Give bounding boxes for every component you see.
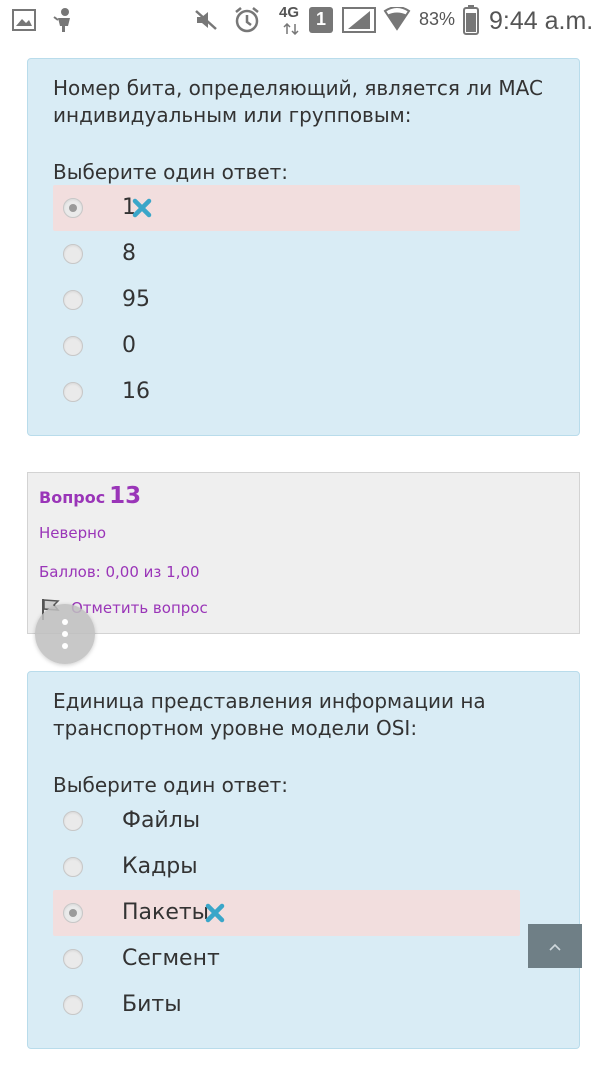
gallery-icon	[12, 9, 36, 36]
question-text-line2: индивидуальным или групповым:	[53, 103, 412, 127]
wifi-icon	[383, 6, 411, 38]
question-label: Вопрос	[39, 488, 106, 507]
battery-icon	[463, 5, 479, 40]
radio-button[interactable]	[63, 995, 83, 1015]
question-number-value: 13	[109, 483, 142, 509]
question-text-line1: Единица представления информации на	[53, 689, 486, 713]
answer-option[interactable]: 95	[53, 277, 520, 323]
radio-button[interactable]	[63, 290, 83, 310]
radio-button[interactable]	[63, 244, 83, 264]
scroll-to-top-button[interactable]	[528, 924, 582, 968]
network-type: 4G	[279, 4, 300, 21]
answer-label: 95	[122, 287, 150, 312]
alarm-icon	[233, 6, 261, 39]
radio-button[interactable]	[63, 949, 83, 969]
answer-label: 0	[122, 333, 136, 358]
answer-option[interactable]: 16	[53, 369, 520, 415]
data-arrows-icon	[283, 22, 299, 40]
more-dot	[62, 619, 68, 625]
question-text-line2: транспортном уровне модели OSI:	[53, 716, 418, 740]
chevron-up-icon	[548, 940, 562, 958]
incorrect-icon	[132, 198, 152, 218]
answer-label: 16	[122, 379, 150, 404]
answer-prompt: Выберите один ответ:	[53, 773, 289, 797]
answer-label: Биты	[122, 992, 182, 1017]
signal-icon	[342, 7, 376, 38]
more-options-button[interactable]	[35, 604, 95, 664]
mute-icon	[193, 8, 219, 37]
radio-button[interactable]	[63, 857, 83, 877]
answer-option[interactable]: Биты	[53, 982, 520, 1028]
flag-question-link[interactable]: Отметить вопрос	[71, 599, 208, 617]
question-info-panel: Вопрос 13 Неверно Баллов: 0,00 из 1,00 От…	[27, 472, 580, 634]
radio-button[interactable]	[63, 382, 83, 402]
sim-icon: 1	[309, 7, 333, 33]
clock: 9:44 a.m.	[489, 7, 594, 35]
android-debug-icon	[52, 7, 76, 38]
question-13-card: Единица представления информации на тран…	[27, 671, 580, 1049]
question-grade: Баллов: 0,00 из 1,00	[39, 563, 200, 581]
radio-button[interactable]	[63, 336, 83, 356]
radio-button[interactable]	[63, 811, 83, 831]
answer-option[interactable]: Кадры	[53, 844, 520, 890]
answer-option[interactable]: Файлы	[53, 798, 520, 844]
answer-label: 8	[122, 241, 136, 266]
answer-prompt: Выберите один ответ:	[53, 160, 289, 184]
radio-button[interactable]	[63, 903, 83, 923]
more-dot	[62, 643, 68, 649]
answer-label: Пакеты	[122, 900, 210, 925]
more-dot	[62, 631, 68, 637]
answer-option[interactable]: 8	[53, 231, 520, 277]
answer-label: Файлы	[122, 808, 201, 833]
question-number: Вопрос 13	[39, 483, 141, 509]
answer-option[interactable]: Сегмент	[53, 936, 520, 982]
answer-option[interactable]: Пакеты	[53, 890, 520, 936]
answer-label: Кадры	[122, 854, 198, 879]
question-state: Неверно	[39, 524, 107, 542]
status-bar: 4G 1 83% 9:44 a.m.	[0, 0, 607, 40]
answer-label: Сегмент	[122, 946, 220, 971]
question-text-line1: Номер бита, определяющий, является ли MA…	[53, 76, 543, 100]
question-12-card: Номер бита, определяющий, является ли MA…	[27, 58, 580, 436]
incorrect-icon	[205, 903, 225, 923]
answer-option[interactable]: 1	[53, 185, 520, 231]
radio-button[interactable]	[63, 198, 83, 218]
answer-option[interactable]: 0	[53, 323, 520, 369]
battery-percent: 83%	[419, 9, 456, 29]
